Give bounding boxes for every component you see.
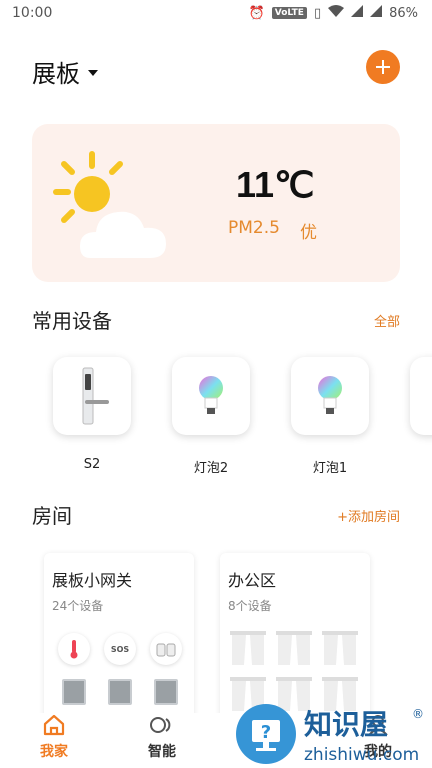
bulb-icon [199, 376, 223, 414]
watermark: ? 知识屋 ® zhishiwu.com [236, 700, 432, 768]
nav-label: 我家 [40, 744, 68, 760]
status-time: 10:00 [12, 5, 53, 21]
room-device-count: 8个设备 [228, 599, 272, 613]
device-tile[interactable] [410, 357, 432, 435]
temperature: 11℃ [236, 164, 315, 205]
curtain-icon [276, 631, 312, 665]
add-room-link[interactable]: +添加房间 [337, 506, 400, 525]
nav-label: 智能 [148, 744, 176, 760]
device-tile[interactable] [291, 357, 369, 435]
nav-item-smart[interactable]: 智能 [122, 713, 202, 761]
signal-icon [370, 5, 383, 21]
add-button[interactable] [366, 50, 400, 84]
pm-quality: 优 [299, 223, 317, 243]
svg-text:®: ® [412, 707, 424, 721]
air-quality: PM2.5 优 [228, 218, 317, 243]
pm-label: PM2.5 [228, 218, 280, 238]
room-name: 展板小网关 [52, 571, 133, 590]
device-tile[interactable] [172, 357, 250, 435]
smart-icon [150, 717, 171, 733]
status-bar: 10:00 ⏰ VoLTE ▯ 86% [0, 0, 432, 28]
device-label: 灯泡1 [312, 461, 348, 476]
device-label: S2 [83, 457, 101, 472]
curtain-icon [230, 631, 266, 665]
wifi-icon [328, 5, 345, 21]
room-card[interactable]: 展板小网关 24个设备 SOS [44, 553, 194, 723]
plus-icon [376, 60, 390, 74]
nav-item-home[interactable]: 我家 [14, 713, 94, 761]
volte-icon: VoLTE [271, 7, 307, 19]
door-sensor-icon [150, 633, 182, 665]
watermark-logo: ? 知识屋 ® zhishiwu.com [236, 704, 424, 765]
all-devices-link[interactable]: 全部 [374, 311, 400, 330]
wall-switch-icon [154, 679, 178, 705]
home-icon [43, 714, 65, 736]
svg-text:zhishiwu.com: zhishiwu.com [304, 745, 419, 765]
door-lock-icon [82, 367, 109, 425]
sos-button-icon: SOS [104, 633, 136, 665]
devices-section-title: 常用设备 [32, 309, 112, 333]
vibrate-icon: ▯ [313, 5, 322, 21]
weather-card[interactable]: 11℃ PM2.5 优 [32, 124, 400, 282]
device-card[interactable] [410, 357, 432, 435]
device-label: 灯泡2 [193, 461, 229, 476]
device-card[interactable]: S2 [53, 357, 131, 472]
svg-text:?: ? [261, 722, 271, 743]
battery-level: 86% [389, 5, 418, 21]
signal-icon [351, 5, 364, 21]
wall-switch-icon [108, 679, 132, 705]
status-icons: ⏰ VoLTE ▯ 86% [249, 5, 418, 21]
partly-cloudy-icon [53, 151, 166, 258]
home-name: 展板 [32, 60, 80, 88]
header: 展板 [0, 44, 432, 94]
rooms-section-title: 房间 [32, 504, 72, 528]
device-card[interactable]: 灯泡1 [291, 357, 369, 476]
alarm-icon: ⏰ [248, 5, 265, 21]
device-card[interactable]: 灯泡2 [172, 357, 250, 476]
room-device-count: 24个设备 [52, 599, 104, 613]
room-name: 办公区 [228, 571, 277, 590]
home-selector[interactable]: 展板 [32, 54, 98, 89]
curtain-icon [322, 631, 358, 665]
svg-text:知识屋: 知识屋 [304, 708, 388, 741]
thermometer-icon [58, 633, 90, 665]
wall-switch-icon [62, 679, 86, 705]
device-tile[interactable] [53, 357, 131, 435]
app-screen: 10:00 ⏰ VoLTE ▯ 86% 展板 11℃ PM2.5 优 常用设备 … [0, 0, 432, 768]
room-card[interactable]: 办公区 8个设备 [220, 553, 370, 723]
caret-down-icon [88, 69, 98, 76]
bulb-icon [318, 376, 342, 414]
